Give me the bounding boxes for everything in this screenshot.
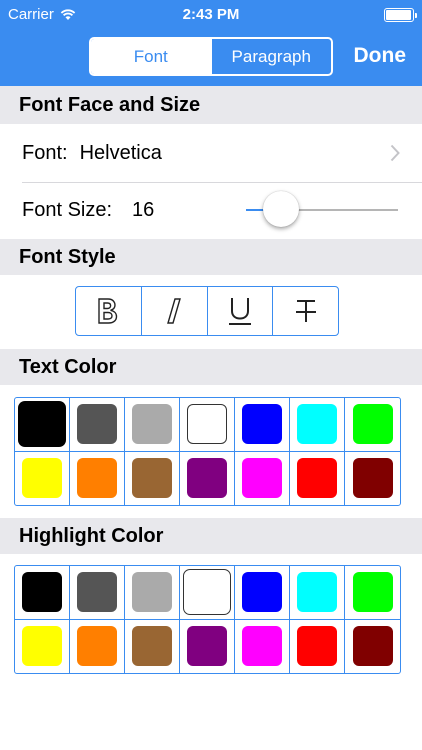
text-color-swatch bbox=[18, 401, 66, 448]
highlight-color-swatch bbox=[297, 626, 337, 667]
text-color-swatch-cell[interactable] bbox=[70, 398, 125, 452]
italic-button[interactable] bbox=[140, 287, 207, 335]
text-color-swatch-cell[interactable] bbox=[345, 452, 400, 506]
text-color-swatch-cell[interactable] bbox=[180, 451, 235, 505]
text-color-swatch bbox=[132, 404, 172, 445]
highlight-color-swatch bbox=[132, 626, 172, 667]
highlight-color-swatch-cell[interactable] bbox=[15, 566, 70, 620]
underline-button[interactable] bbox=[206, 287, 273, 335]
text-color-swatch-cell[interactable] bbox=[235, 451, 290, 505]
text-color-swatch bbox=[22, 458, 62, 499]
highlight-color-swatch bbox=[22, 572, 62, 613]
text-color-swatch-cell[interactable] bbox=[235, 398, 290, 452]
text-color-swatch bbox=[297, 404, 337, 445]
text-color-swatch-cell[interactable] bbox=[125, 398, 180, 452]
text-color-swatch-cell[interactable] bbox=[345, 398, 400, 452]
text-color-swatch bbox=[187, 404, 227, 445]
section-header-font-style: Font Style bbox=[0, 239, 422, 275]
text-color-swatch bbox=[77, 404, 117, 445]
highlight-color-swatch bbox=[297, 572, 337, 613]
font-size-label: Font Size: bbox=[22, 198, 113, 221]
bold-icon bbox=[98, 298, 118, 324]
text-color-swatch-cell[interactable] bbox=[290, 398, 345, 452]
highlight-color-swatch bbox=[183, 569, 231, 616]
highlight-color-swatch-cell[interactable] bbox=[70, 566, 125, 620]
highlight-color-swatch-cell[interactable] bbox=[235, 566, 290, 620]
strikethrough-button[interactable] bbox=[272, 287, 338, 335]
font-style-buttons bbox=[75, 286, 339, 336]
section-header-highlight-color: Highlight Color bbox=[0, 518, 422, 554]
tab-paragraph[interactable]: Paragraph bbox=[210, 39, 332, 74]
section-header-font-face: Font Face and Size bbox=[0, 86, 422, 124]
bold-button[interactable] bbox=[76, 287, 141, 335]
section-header-text-color: Text Color bbox=[0, 349, 422, 385]
text-color-swatch-cell[interactable] bbox=[290, 451, 345, 505]
highlight-color-swatch-cell[interactable] bbox=[70, 619, 125, 673]
text-color-swatch-cell[interactable] bbox=[15, 451, 70, 505]
text-color-swatch bbox=[77, 458, 117, 499]
italic-icon bbox=[167, 298, 182, 324]
highlight-color-swatch bbox=[242, 572, 282, 613]
font-paragraph-segmented-control: Font Paragraph bbox=[89, 37, 333, 76]
text-color-swatch bbox=[352, 458, 393, 499]
highlight-color-swatch bbox=[77, 572, 117, 613]
highlight-color-swatch bbox=[132, 572, 172, 613]
underline-icon bbox=[228, 298, 251, 325]
text-color-swatch-cell[interactable] bbox=[180, 398, 235, 452]
text-color-swatch bbox=[132, 458, 172, 499]
highlight-color-swatch-cell[interactable] bbox=[125, 566, 180, 620]
status-bar: Carrier 2:43 PM bbox=[0, 0, 422, 30]
highlight-color-swatch-cell[interactable] bbox=[290, 566, 345, 620]
highlight-color-swatch bbox=[242, 626, 282, 667]
battery-icon bbox=[384, 8, 417, 22]
text-color-swatch bbox=[242, 404, 282, 445]
font-value: Helvetica bbox=[79, 141, 162, 164]
text-color-swatch bbox=[297, 458, 337, 499]
highlight-color-grid bbox=[14, 565, 401, 674]
font-picker-row[interactable]: Font: Helvetica bbox=[0, 124, 422, 182]
tab-font[interactable]: Font bbox=[91, 39, 211, 74]
text-color-swatch-cell[interactable] bbox=[70, 451, 125, 505]
highlight-color-swatch-cell[interactable] bbox=[125, 619, 180, 673]
highlight-color-swatch-cell[interactable] bbox=[180, 619, 235, 673]
done-button[interactable]: Done bbox=[354, 44, 407, 68]
highlight-color-swatch-cell[interactable] bbox=[180, 566, 235, 620]
font-size-slider[interactable] bbox=[246, 191, 398, 227]
chevron-right-icon bbox=[390, 144, 400, 162]
highlight-color-swatch bbox=[77, 626, 117, 667]
text-color-swatch-cell[interactable] bbox=[125, 451, 180, 505]
font-label: Font: bbox=[22, 141, 68, 164]
text-color-swatch bbox=[242, 458, 282, 499]
navigation-bar: Carrier 2:43 PM Font Paragraph Done bbox=[0, 0, 422, 86]
highlight-color-swatch-cell[interactable] bbox=[290, 619, 345, 673]
highlight-color-swatch-cell[interactable] bbox=[235, 619, 290, 673]
highlight-color-swatch-cell[interactable] bbox=[345, 566, 400, 620]
text-color-grid bbox=[14, 397, 401, 506]
highlight-color-swatch bbox=[352, 626, 393, 667]
font-size-value: 16 bbox=[132, 198, 155, 221]
text-color-swatch-cell[interactable] bbox=[15, 398, 70, 452]
text-color-swatch bbox=[187, 458, 227, 499]
slider-thumb[interactable] bbox=[262, 191, 299, 227]
strikethrough-icon bbox=[295, 300, 316, 322]
highlight-color-swatch bbox=[187, 626, 227, 667]
highlight-color-swatch bbox=[352, 572, 393, 613]
highlight-color-swatch-cell[interactable] bbox=[15, 619, 70, 673]
highlight-color-swatch bbox=[22, 626, 62, 667]
clock: 2:43 PM bbox=[182, 6, 240, 23]
highlight-color-swatch-cell[interactable] bbox=[345, 620, 400, 674]
text-color-swatch bbox=[352, 404, 393, 445]
